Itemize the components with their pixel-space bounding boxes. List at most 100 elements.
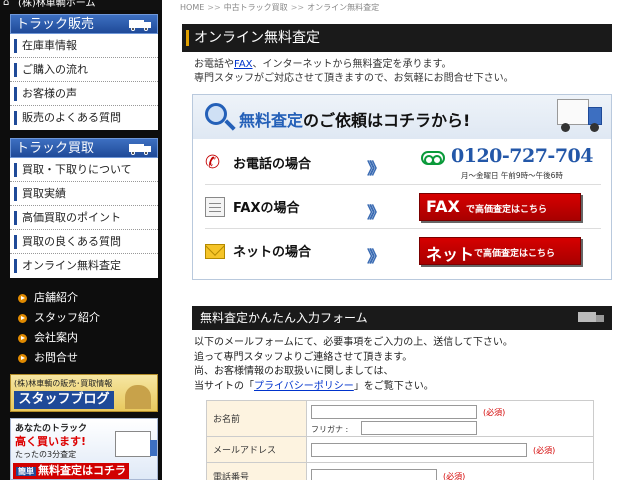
sidebar-item-company[interactable]: 会社案内	[10, 328, 158, 348]
sidebar-item-contact[interactable]: お問合せ	[10, 348, 158, 368]
buy-banner-cta: 簡単 無料査定はコチラ	[13, 463, 129, 479]
sidebar-item-customer-voice[interactable]: お客様の声	[10, 82, 158, 106]
sidebar-item-buyback-results[interactable]: 買取実績	[10, 182, 158, 206]
form-intro: 以下のメールフォームにて、必要事項をご入力の上、送信して下さい。 追って専門スタ…	[194, 336, 513, 394]
purchase-menu: 買取・下取りについて 買取実績 高価買取のポイント 買取の良くある質問 オンライ…	[10, 158, 158, 278]
fax-button-big: FAX	[426, 197, 460, 216]
truck-icon	[129, 144, 151, 155]
sidebar-item-sales-faq[interactable]: 販売のよくある質問	[10, 106, 158, 130]
form-intro-line: 追って専門スタッフよりご連絡させて頂きます。	[194, 351, 413, 363]
buy-banner-line2: 高く買います!	[15, 435, 87, 448]
intro-text-part: 、インターネットから無料査定を承ります。	[252, 59, 452, 70]
breadcrumb-current: オンライン無料査定	[307, 3, 380, 12]
email-label: メールアドレス	[207, 437, 307, 462]
sales-menu: 在庫車情報 ご購入の流れ お客様の声 販売のよくある質問	[10, 34, 158, 130]
arrow-icon	[18, 314, 27, 323]
home-link[interactable]: ⌂ (株)林車輌ホーム	[0, 0, 162, 10]
free-appraisal-banner[interactable]: あなたのトラック 高く買います! たったの3分査定 簡単 無料査定はコチラ	[10, 418, 158, 480]
fax-link[interactable]: FAX	[234, 59, 253, 70]
staff-figure-icon	[125, 385, 151, 409]
name-input[interactable]	[311, 405, 477, 419]
required-mark: (必須)	[533, 446, 556, 455]
staff-blog-banner[interactable]: (株)林車輌の販売･買取情報 スタッフブログ	[10, 374, 158, 412]
name-row: お名前 (必須) フリガナ :	[207, 401, 593, 437]
contact-options-box: 無料査定のご依頼はコチラから! ✆ お電話の場合 》》 0120-727-704…	[192, 94, 612, 280]
sidebar-item-label: 店舗紹介	[34, 291, 78, 304]
furigana-input[interactable]	[361, 421, 477, 435]
truck-purchase-heading-label: トラック買取	[16, 141, 95, 156]
sidebar-item-stock[interactable]: 在庫車情報	[10, 34, 158, 58]
fax-row: FAXの場合 》》 FAX で高価査定はこちら	[205, 185, 601, 229]
sidebar-item-store[interactable]: 店舗紹介	[10, 288, 158, 308]
phone-icon: ✆	[205, 152, 221, 173]
document-icon	[205, 197, 225, 217]
sidebar-item-purchase-flow[interactable]: ご購入の流れ	[10, 58, 158, 82]
truck-icon	[578, 312, 604, 324]
intro-text: お電話やFAX、インターネットから無料査定を承ります。 専門スタッフがご対応させ…	[194, 58, 514, 86]
info-menu: 店舗紹介 スタッフ紹介 会社案内 お問合せ	[10, 288, 158, 368]
furigana-label: フリガナ :	[311, 425, 349, 434]
net-label: ネットの場合	[233, 245, 312, 260]
appraisal-form: お名前 (必須) フリガナ : メールアドレス (必須) 電話番号 (必須)	[206, 400, 594, 480]
freedial-icon	[421, 151, 445, 165]
intro-line-2: 専門スタッフがご対応させて頂きますので、お気軽にお問合せ下さい。	[194, 73, 514, 84]
contact-heading-rest: のご依頼はコチラから!	[303, 111, 471, 130]
sidebar-item-buyback[interactable]: 買取・下取りについて	[10, 158, 158, 182]
intro-text-part: お電話や	[194, 59, 234, 70]
fax-label: FAXの場合	[233, 201, 300, 216]
sidebar: ⌂ (株)林車輌ホーム トラック販売 在庫車情報 ご購入の流れ お客様の声 販売…	[0, 0, 162, 480]
delivery-truck-icon	[557, 97, 603, 137]
email-row: メールアドレス (必須)	[207, 437, 593, 463]
truck-sales-heading-label: トラック販売	[16, 17, 95, 32]
form-section-title: 無料査定かんたん入力フォーム	[192, 306, 612, 330]
arrow-icon	[18, 334, 27, 343]
form-intro-line: 以下のメールフォームにて、必要事項をご入力の上、送信して下さい。	[194, 337, 513, 348]
fax-appraisal-button[interactable]: FAX で高価査定はこちら	[419, 193, 581, 221]
net-appraisal-button[interactable]: ネット で高価査定はこちら	[419, 237, 581, 265]
required-mark: (必須)	[483, 408, 506, 417]
breadcrumb: HOME >> 中古トラック買取 >> オンライン無料査定	[180, 3, 380, 12]
contact-heading-highlight: 無料査定	[239, 111, 304, 130]
privacy-policy-link[interactable]: プライバシーポリシー	[254, 381, 354, 392]
sidebar-item-staff[interactable]: スタッフ紹介	[10, 308, 158, 328]
required-mark: (必須)	[443, 472, 466, 480]
arrow-icon	[18, 354, 27, 363]
policy-text: 当サイトの「	[194, 380, 254, 392]
truck-purchase-heading[interactable]: トラック買取	[10, 138, 158, 158]
phone-field-label: 電話番号	[207, 463, 307, 480]
sidebar-item-online-appraisal[interactable]: オンライン無料査定	[10, 254, 158, 278]
home-icon: ⌂	[3, 0, 10, 8]
net-row: ネットの場合 》》 ネット で高価査定はこちら	[205, 229, 601, 273]
email-input[interactable]	[311, 443, 527, 457]
policy-text: 」をご覧下さい。	[353, 380, 434, 392]
truck-icon	[129, 20, 151, 31]
buy-banner-badge: 簡単	[16, 467, 36, 476]
form-intro-line: 尚、お客様情報のお取扱いに関しましては、	[194, 366, 394, 377]
net-button-big: ネット	[426, 245, 475, 264]
main-content: HOME >> 中古トラック買取 >> オンライン無料査定 オンライン無料査定 お電話や…	[162, 0, 640, 480]
phone-hours: 月〜金曜日 午前9時〜午後6時	[461, 171, 563, 180]
chevron-right-icon: 》》	[367, 159, 385, 178]
mail-icon	[205, 244, 225, 259]
phone-row: ✆ お電話の場合 》》 0120-727-704 月〜金曜日 午前9時〜午後6時	[205, 141, 601, 185]
buy-banner-cta-label: 無料査定はコチラ	[38, 464, 126, 477]
sidebar-item-high-price-points[interactable]: 高価買取のポイント	[10, 206, 158, 230]
phone-label: お電話の場合	[233, 157, 312, 172]
sidebar-item-buyback-faq[interactable]: 買取の良くある質問	[10, 230, 158, 254]
sidebar-item-label: お問合せ	[34, 351, 78, 364]
buy-banner-line3: たったの3分査定	[15, 450, 77, 459]
contact-box-header: 無料査定のご依頼はコチラから!	[193, 95, 611, 139]
phone-number[interactable]: 0120-727-704	[451, 145, 593, 167]
breadcrumb-home[interactable]: HOME	[180, 3, 204, 12]
home-link-label: (株)林車輌ホーム	[18, 0, 96, 9]
phone-row: 電話番号 (必須)	[207, 463, 593, 480]
blog-banner-subtitle: (株)林車輌の販売･買取情報	[14, 379, 113, 388]
truck-sales-heading[interactable]: トラック販売	[10, 14, 158, 34]
page-title: オンライン無料査定	[182, 24, 612, 52]
blog-banner-title: スタッフブログ	[14, 391, 114, 409]
contact-heading: 無料査定のご依頼はコチラから!	[239, 107, 470, 131]
fax-button-small: で高価査定はこちら	[466, 205, 548, 215]
sidebar-item-label: 会社案内	[34, 331, 78, 344]
phone-input[interactable]	[311, 469, 437, 480]
breadcrumb-truck-buyback[interactable]: 中古トラック買取	[224, 3, 288, 12]
